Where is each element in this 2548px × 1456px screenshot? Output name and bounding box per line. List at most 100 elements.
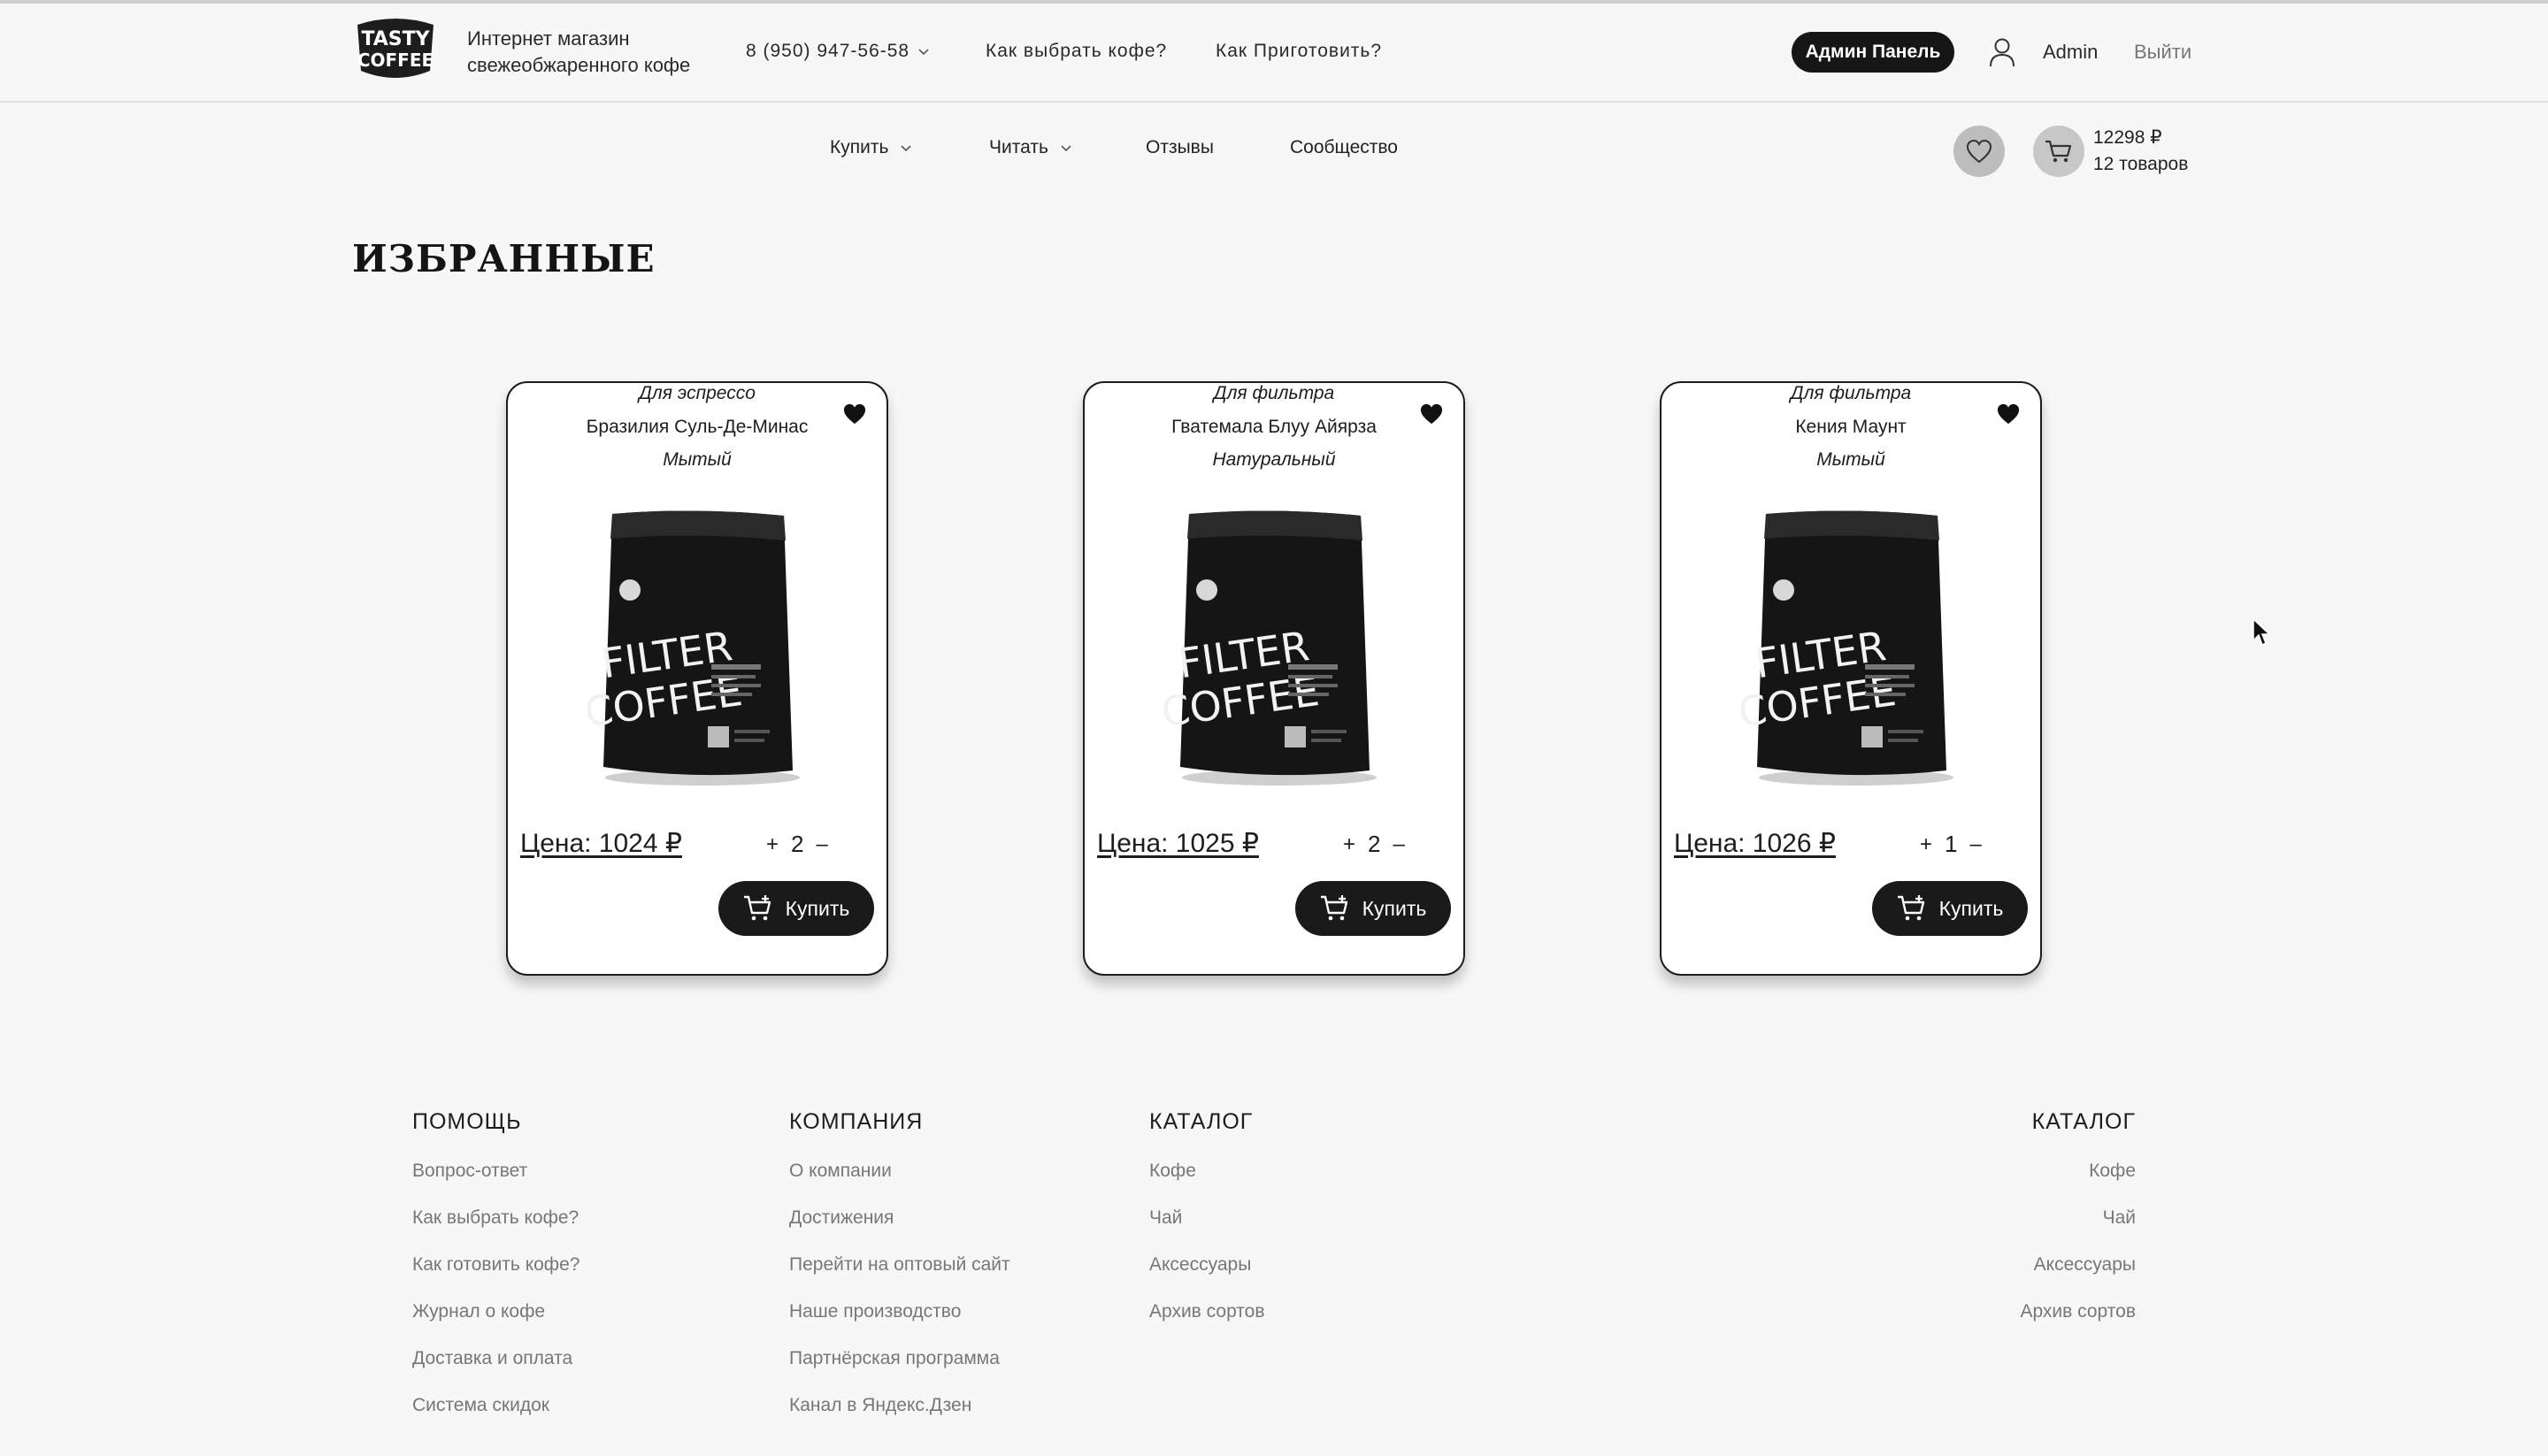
footer-link-accessories[interactable]: Аксессуары	[1149, 1253, 1265, 1300]
buy-button[interactable]: Купить	[718, 881, 874, 936]
product-name[interactable]: Гватемала Блуу Айярза	[1085, 417, 1463, 438]
decrease-quantity-button[interactable]: –	[1969, 832, 1981, 857]
footer-catalog-column: КАТАЛОГ Кофе Чай Аксессуары Архив сортов	[1149, 1109, 1265, 1347]
product-process: Натуральный	[1212, 449, 1336, 470]
page-title: ИЗБРАННЫЕ	[352, 237, 656, 280]
chevron-down-icon	[1061, 145, 1071, 152]
footer-link-delivery[interactable]: Доставка и оплата	[412, 1347, 579, 1394]
footer-link-achievements[interactable]: Достижения	[789, 1207, 1010, 1253]
heart-icon[interactable]	[842, 402, 867, 425]
increase-quantity-button[interactable]: +	[1920, 832, 1932, 857]
product-price: Цена: 1025 ₽	[1097, 829, 1259, 858]
product-card[interactable]: Для эспрессо Бразилия Суль-Де-Минас Мыты…	[506, 381, 888, 976]
chevron-down-icon	[901, 145, 911, 152]
logout-link[interactable]: Выйти	[2134, 41, 2191, 64]
product-card[interactable]: Для фильтра Гватемала Блуу Айярза Натура…	[1083, 381, 1465, 976]
footer-link-archive[interactable]: Архив сортов	[1934, 1300, 2136, 1347]
add-to-cart-icon	[1897, 895, 1924, 921]
nav-read[interactable]: Читать	[989, 137, 1071, 158]
footer-help-column: ПОМОЩЬ Вопрос-ответ Как выбрать кофе? Ка…	[412, 1109, 579, 1441]
footer-help-title: ПОМОЩЬ	[412, 1109, 522, 1134]
buy-button-label: Купить	[1362, 896, 1427, 920]
quantity-value: 1	[1945, 831, 1958, 857]
add-to-cart-icon	[743, 895, 771, 921]
buy-button-label: Купить	[785, 896, 850, 920]
footer-link-partners[interactable]: Партнёрская программа	[789, 1347, 1010, 1394]
increase-quantity-button[interactable]: +	[1343, 832, 1355, 857]
quantity-stepper: + 1 –	[1920, 831, 1982, 858]
buy-button[interactable]: Купить	[1872, 881, 2028, 936]
footer-link-about[interactable]: О компании	[789, 1160, 1010, 1207]
logo-text-top: TASTY	[361, 28, 430, 50]
quantity-value: 2	[1368, 831, 1381, 857]
user-icon[interactable]	[1989, 37, 2015, 67]
footer-link-coffee[interactable]: Кофе	[1934, 1160, 2136, 1207]
quantity-stepper: + 2 –	[766, 831, 828, 858]
cart-item-count: 12 товаров	[2093, 154, 2189, 174]
cart-summary[interactable]: 12298 ₽ 12 товаров	[2093, 125, 2188, 178]
nav-buy-label: Купить	[830, 137, 889, 157]
increase-quantity-button[interactable]: +	[766, 832, 779, 857]
nav-read-label: Читать	[989, 137, 1048, 157]
site-header: TASTY COFFEE Интернет магазин свежеобжар…	[0, 4, 2548, 103]
nav-community[interactable]: Сообщество	[1290, 137, 1398, 158]
footer-link-journal[interactable]: Журнал о кофе	[412, 1300, 579, 1347]
footer-link-zen-channel[interactable]: Канал в Яндекс.Дзен	[789, 1394, 1010, 1441]
product-category: Для эспрессо	[639, 383, 756, 403]
add-to-cart-icon	[1320, 895, 1347, 921]
decrease-quantity-button[interactable]: –	[816, 832, 827, 857]
how-to-choose-link[interactable]: Как выбрать кофе?	[986, 41, 1167, 62]
cart-total-sum: 12298 ₽	[2093, 127, 2162, 148]
footer-link-accessories[interactable]: Аксессуары	[1934, 1253, 2136, 1300]
product-name[interactable]: Бразилия Суль-Де-Минас	[508, 417, 886, 438]
buy-button-label: Купить	[1938, 896, 2004, 920]
phone-dropdown[interactable]: 8 (950) 947-56-58	[746, 41, 929, 62]
nav-reviews[interactable]: Отзывы	[1146, 137, 1214, 158]
footer-link-archive[interactable]: Архив сортов	[1149, 1300, 1265, 1347]
tagline-line-2: свежеобжаренного кофе	[467, 54, 691, 76]
footer-link-tea[interactable]: Чай	[1934, 1207, 2136, 1253]
cart-icon	[2045, 140, 2072, 163]
product-card[interactable]: Для фильтра Кения Маунт Мытый FILTER COF…	[1660, 381, 2042, 976]
cart-button[interactable]	[2033, 126, 2084, 177]
logo-text-bottom: COFFEE	[357, 50, 434, 71]
product-name[interactable]: Кения Маунт	[1662, 417, 2040, 438]
footer-catalog-right-title: КАТАЛОГ	[2031, 1109, 2136, 1134]
footer-link-faq[interactable]: Вопрос-ответ	[412, 1160, 579, 1207]
footer-link-wholesale[interactable]: Перейти на оптовый сайт	[789, 1253, 1010, 1300]
decrease-quantity-button[interactable]: –	[1393, 832, 1404, 857]
footer-link-discounts[interactable]: Система скидок	[412, 1394, 579, 1441]
nav-buy[interactable]: Купить	[830, 137, 911, 158]
buy-button[interactable]: Купить	[1295, 881, 1451, 936]
product-category: Для фильтра	[1790, 383, 1912, 403]
heart-icon[interactable]	[1996, 402, 2021, 425]
footer-company-column: КОМПАНИЯ О компании Достижения Перейти н…	[789, 1109, 1010, 1441]
coffee-bag-image: FILTER COFFEE	[587, 510, 800, 785]
footer-catalog-title: КАТАЛОГ	[1149, 1109, 1254, 1134]
footer-catalog-right-column: КАТАЛОГ Кофе Чай Аксессуары Архив сортов	[1934, 1109, 2136, 1347]
footer-link-production[interactable]: Наше производство	[789, 1300, 1010, 1347]
how-to-prepare-link[interactable]: Как Приготовить?	[1216, 41, 1382, 62]
footer-link-tea[interactable]: Чай	[1149, 1207, 1265, 1253]
footer-link-brew-coffee[interactable]: Как готовить кофе?	[412, 1253, 579, 1300]
product-process: Мытый	[1816, 449, 1885, 470]
coffee-bag-image: FILTER COFFEE	[1741, 510, 1953, 785]
footer-link-choose-coffee[interactable]: Как выбрать кофе?	[412, 1207, 579, 1253]
heart-icon[interactable]	[1419, 402, 1444, 425]
admin-panel-button[interactable]: Админ Панель	[1792, 32, 1954, 73]
chevron-down-icon	[918, 49, 929, 56]
user-name-link[interactable]: Admin	[2043, 41, 2098, 64]
footer-link-coffee[interactable]: Кофе	[1149, 1160, 1265, 1207]
coffee-bag-image: FILTER COFFEE	[1164, 510, 1377, 785]
footer-company-title: КОМПАНИЯ	[789, 1109, 924, 1134]
tasty-coffee-logo[interactable]: TASTY COFFEE	[352, 16, 439, 83]
heart-icon	[1966, 139, 1992, 164]
product-price: Цена: 1026 ₽	[1674, 829, 1836, 858]
favorites-button[interactable]	[1953, 126, 2005, 177]
product-category: Для фильтра	[1213, 383, 1335, 403]
quantity-value: 2	[791, 831, 804, 857]
product-process: Мытый	[663, 449, 732, 470]
phone-number: 8 (950) 947-56-58	[746, 41, 910, 61]
quantity-stepper: + 2 –	[1343, 831, 1405, 858]
mouse-cursor-icon	[2253, 617, 2271, 647]
